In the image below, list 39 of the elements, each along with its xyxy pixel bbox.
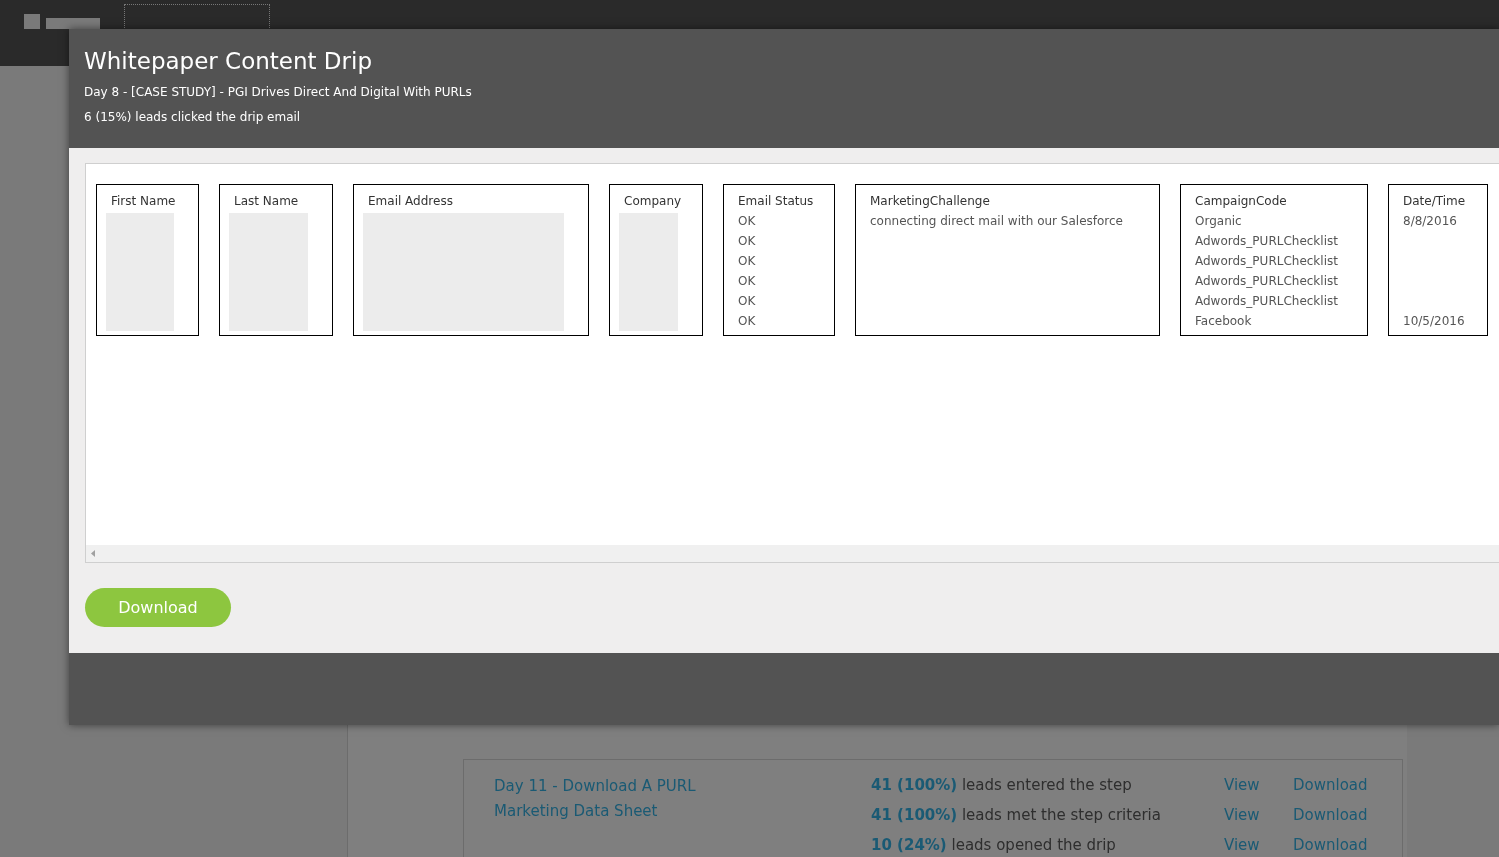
view-link[interactable]: View (1224, 804, 1293, 827)
cell-value: OK (738, 233, 757, 250)
cell-value: OK (738, 253, 757, 270)
cell-value: 10/5/2016 (1403, 313, 1466, 330)
download-button[interactable]: Download (85, 588, 231, 627)
cell-value: 8/8/2016 (1403, 213, 1458, 230)
cell-value: OK (738, 293, 757, 310)
cell-value: Adwords_PURLChecklist (1195, 233, 1339, 250)
view-link[interactable]: View (1224, 834, 1293, 857)
column-header: CampaignCode (1195, 193, 1288, 210)
column-header: Company (624, 193, 683, 210)
cell-value: OK (738, 273, 757, 290)
step-stat: 41 (100%) leads entered the step (871, 775, 1133, 796)
step-title[interactable]: Day 11 - Download A PURL Marketing Data Sheet (494, 774, 871, 857)
cell-value: Organic (1195, 213, 1243, 230)
modal-title: Whitepaper Content Drip (84, 47, 374, 76)
download-link[interactable]: Download (1293, 834, 1368, 857)
cell-value: Facebook (1195, 313, 1253, 330)
column-header: Last Name (234, 193, 300, 210)
modal-summary: 6 (15%) leads clicked the drip email (84, 109, 302, 126)
scroll-left-icon[interactable] (91, 550, 96, 557)
cell-value: OK (738, 313, 757, 330)
column-header: First Name (111, 193, 177, 210)
cell-value: connecting direct mail with our Salesforce (870, 213, 1124, 230)
column-header: Email Address (368, 193, 454, 210)
cell-value: Adwords_PURLChecklist (1195, 273, 1339, 290)
download-link[interactable]: Download (1293, 804, 1368, 827)
column-header: Email Status (738, 193, 815, 210)
column-header: MarketingChallenge (870, 193, 991, 210)
cell-value: Adwords_PURLChecklist (1195, 293, 1339, 310)
view-link[interactable]: View (1224, 774, 1293, 797)
step-stat: 41 (100%) leads met the step criteria (871, 805, 1162, 826)
horizontal-scrollbar[interactable] (86, 545, 1499, 562)
download-link[interactable]: Download (1293, 774, 1368, 797)
column-header: Date/Time (1403, 193, 1467, 210)
cell-value: Adwords_PURLChecklist (1195, 253, 1339, 270)
cell-value: OK (738, 213, 757, 230)
modal-subtitle: Day 8 - [CASE STUDY] - PGI Drives Direct And Digital With PURLs (84, 84, 473, 101)
step-stat: 10 (24%) leads opened the drip (871, 835, 1117, 856)
